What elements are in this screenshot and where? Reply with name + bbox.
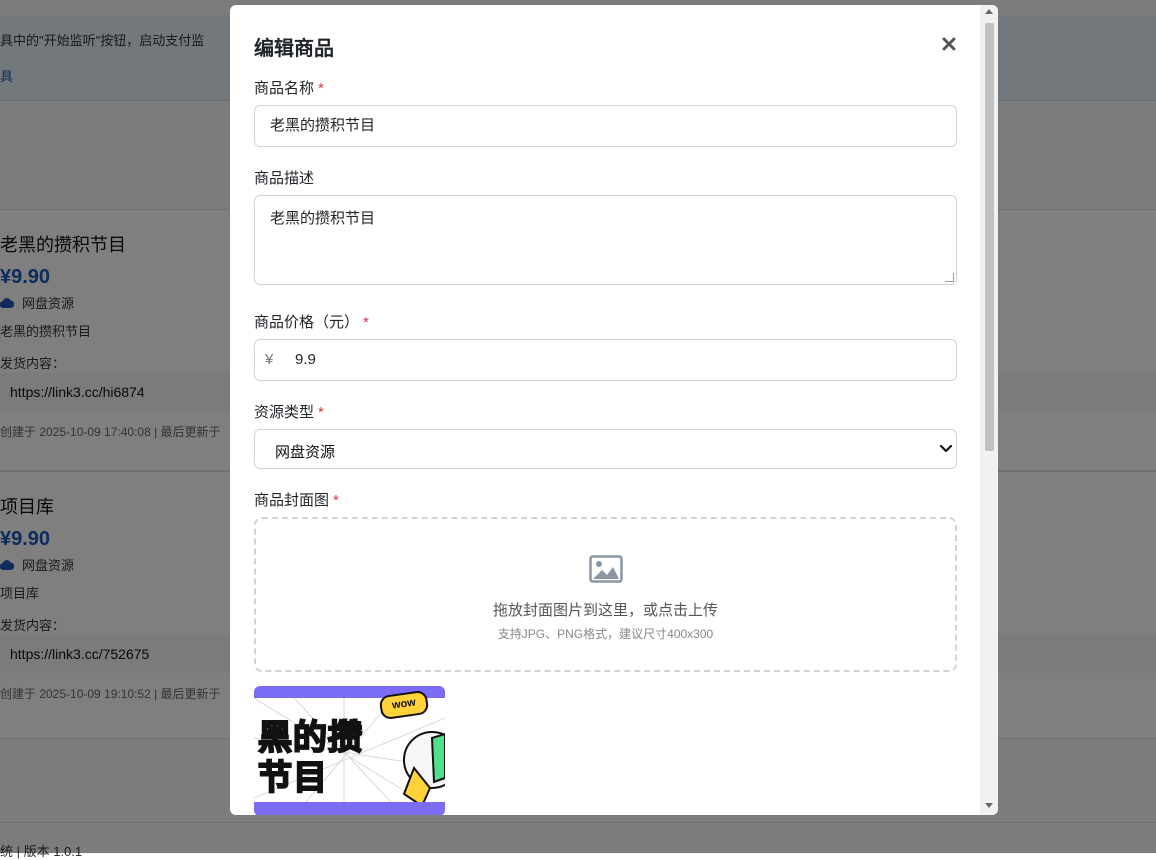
resize-handle[interactable] xyxy=(945,273,954,282)
currency-symbol: ¥ xyxy=(265,351,274,368)
name-input[interactable]: 老黑的攒积节目 xyxy=(254,105,957,147)
desc-value: 老黑的攒积节目 xyxy=(270,210,376,227)
desc-label: 商品描述 xyxy=(254,167,314,188)
required-mark: * xyxy=(333,492,339,509)
cover-upload-dropzone[interactable]: 拖放封面图片到这里，或点击上传 支持JPG、PNG格式，建议尺寸400x300 xyxy=(254,517,957,672)
type-select[interactable]: 网盘资源 xyxy=(254,429,957,469)
type-label-text: 资源类型 xyxy=(254,404,315,421)
modal-scrollbar[interactable] xyxy=(980,5,998,815)
cover-preview-image[interactable]: 黑的攒 节目 wow xyxy=(254,686,445,815)
scroll-down-arrow-icon[interactable] xyxy=(985,803,993,808)
required-mark: * xyxy=(318,404,324,421)
close-button[interactable] xyxy=(938,33,960,55)
price-label-text: 商品价格（元） xyxy=(254,314,360,331)
cover-label: 商品封面图 * xyxy=(254,489,339,510)
required-mark: * xyxy=(318,80,324,97)
type-select-value: 网盘资源 xyxy=(275,444,336,461)
price-label: 商品价格（元） * xyxy=(254,311,369,332)
modal-body: 编辑商品 商品名称 * 老黑的攒积节目 商品描述 老黑的攒积节目 商品价格（元） *… xyxy=(230,5,980,815)
chevron-down-icon xyxy=(939,444,953,453)
edit-product-modal: 编辑商品 商品名称 * 老黑的攒积节目 商品描述 老黑的攒积节目 商品价格（元） *… xyxy=(230,5,998,815)
price-value: 9.9 xyxy=(295,351,316,368)
desc-label-text: 商品描述 xyxy=(254,170,315,187)
cover-label-text: 商品封面图 xyxy=(254,492,330,509)
price-input[interactable]: ¥ 9.9 xyxy=(254,339,957,381)
upload-text: 拖放封面图片到这里，或点击上传 xyxy=(492,602,718,619)
close-icon xyxy=(942,37,956,51)
preview-title-line2: 节目 xyxy=(257,758,328,798)
name-label-text: 商品名称 xyxy=(254,80,315,97)
image-icon xyxy=(589,555,623,583)
upload-hint: 支持JPG、PNG格式，建议尺寸400x300 xyxy=(497,627,714,641)
desc-textarea[interactable]: 老黑的攒积节目 xyxy=(254,195,957,285)
modal-title: 编辑商品 xyxy=(254,38,334,60)
required-mark: * xyxy=(363,314,369,331)
scroll-up-arrow-icon[interactable] xyxy=(985,9,993,14)
type-label: 资源类型 * xyxy=(254,401,324,422)
scrollbar-thumb[interactable] xyxy=(985,23,994,451)
name-label: 商品名称 * xyxy=(254,77,324,98)
